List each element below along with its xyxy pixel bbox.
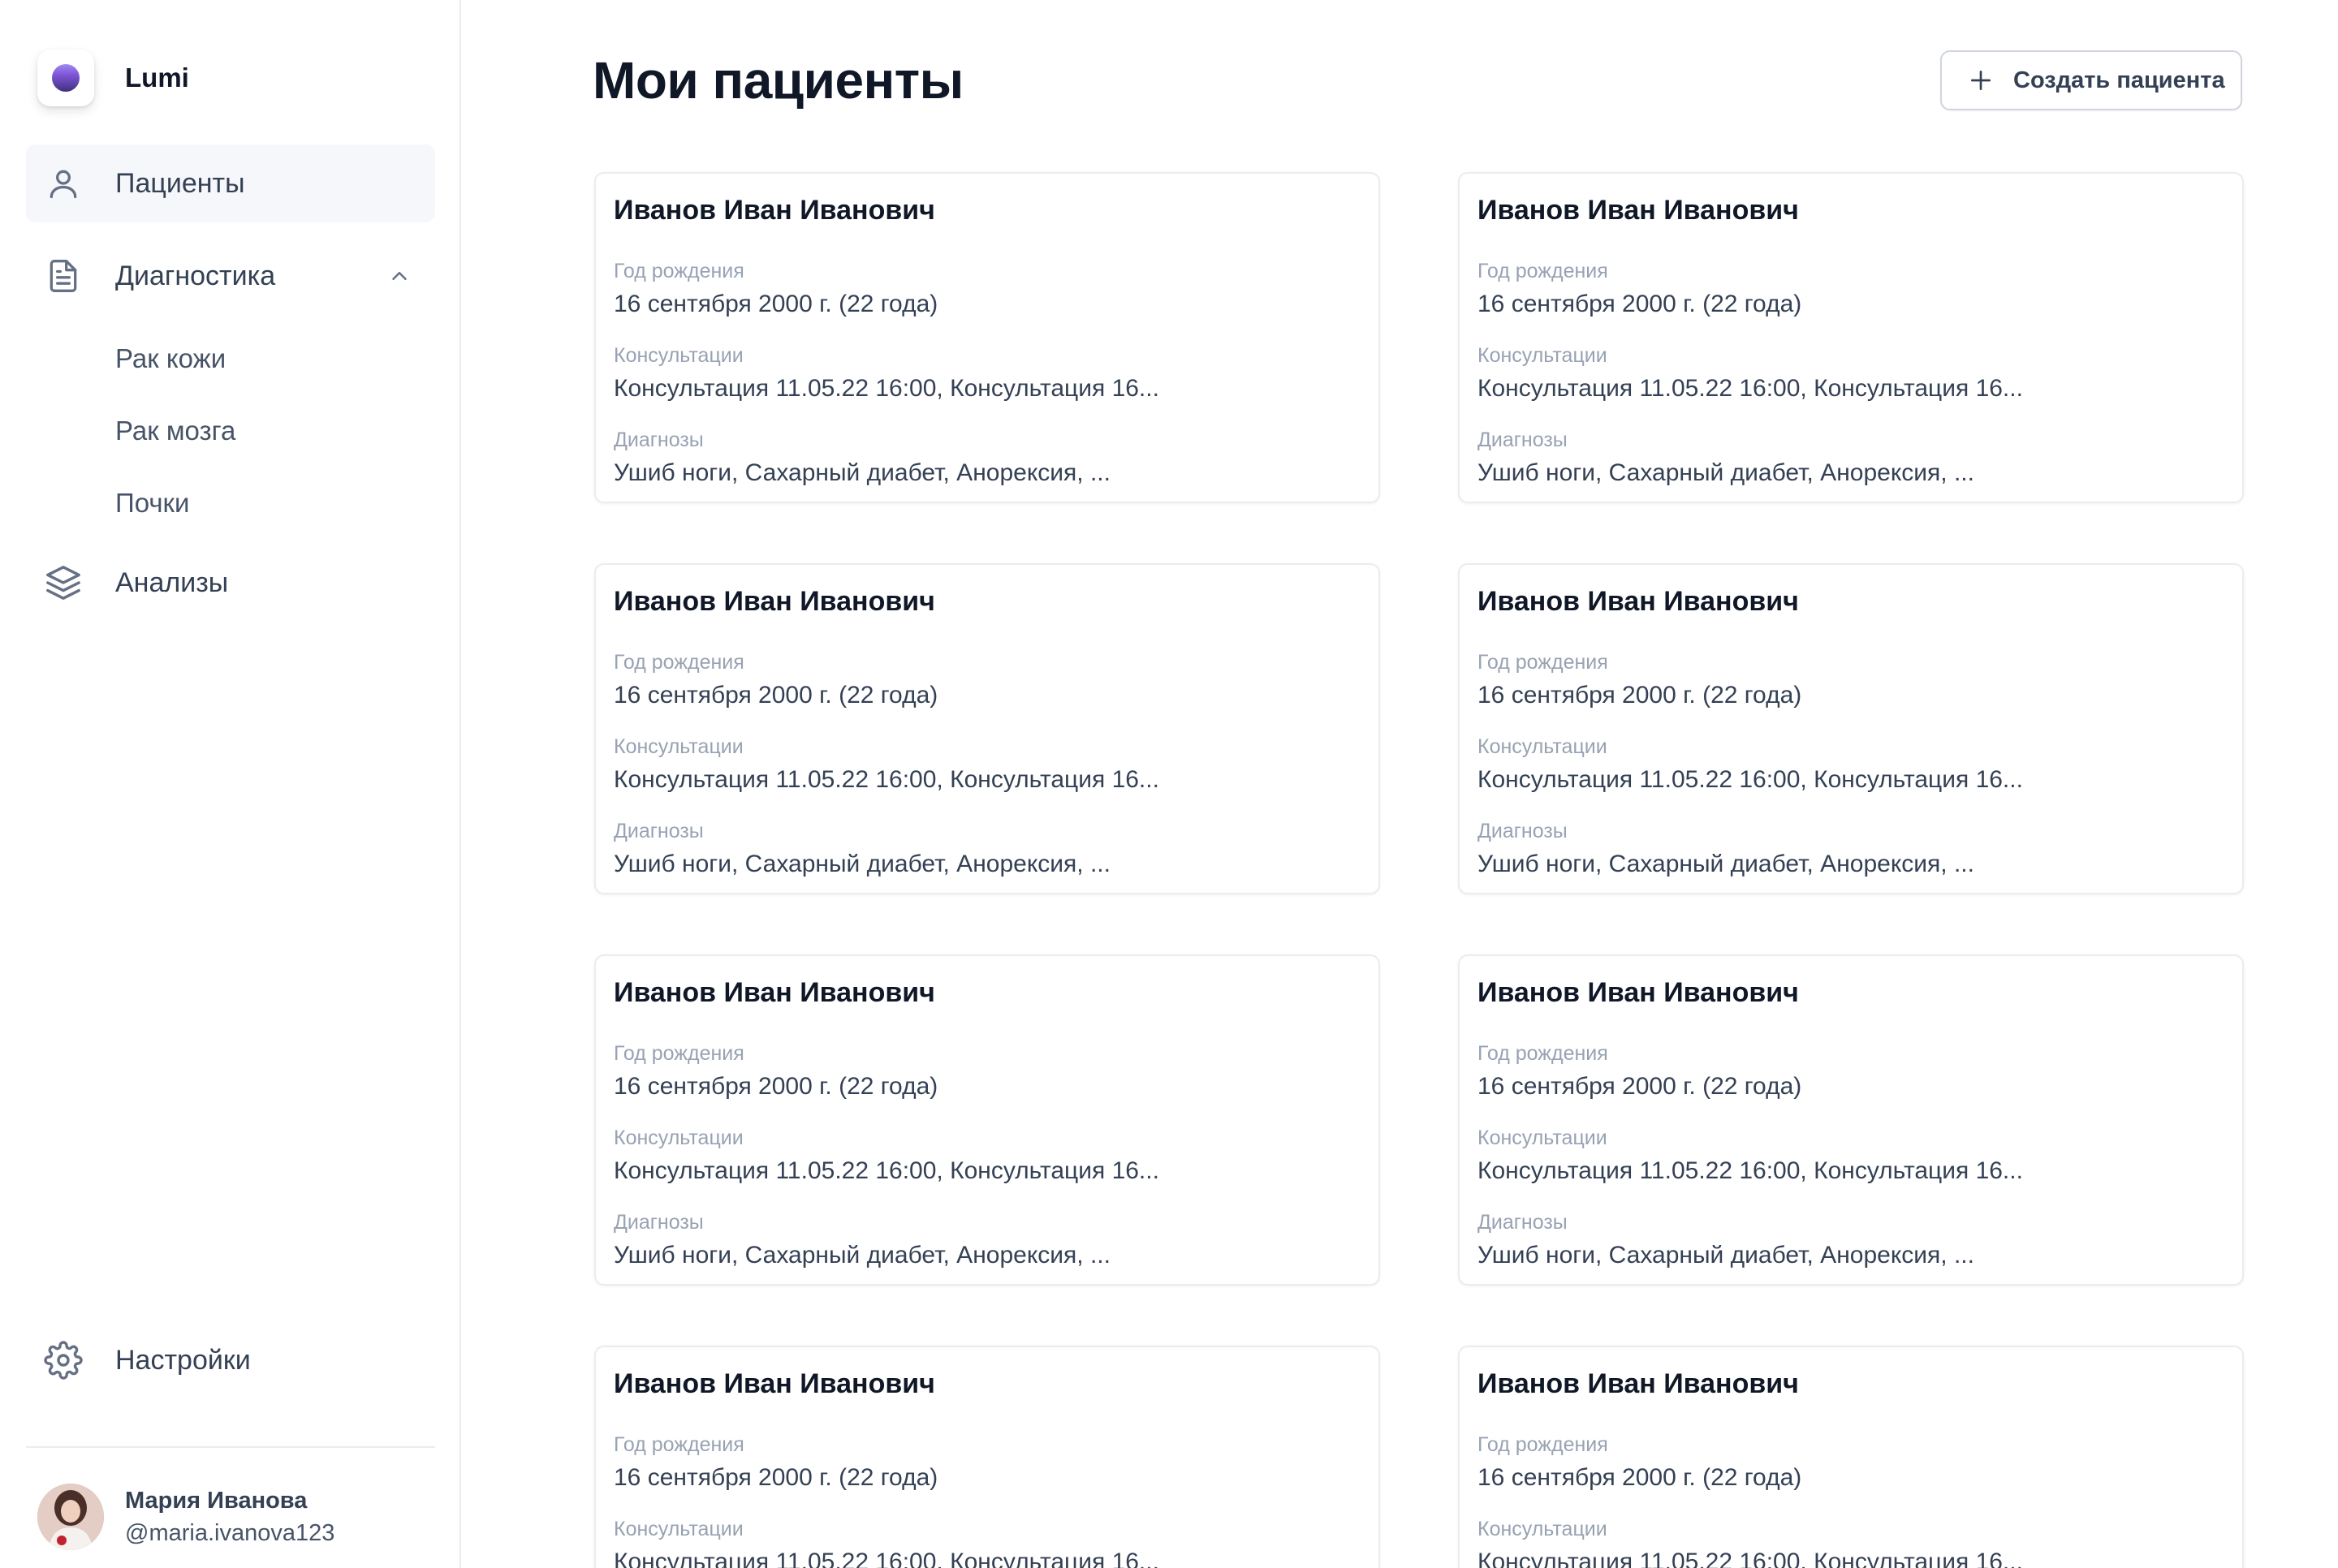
- consultations-label: Консультации: [614, 1126, 744, 1149]
- patient-card[interactable]: Иванов Иван Иванович Год рождения 16 сен…: [1458, 1346, 2244, 1568]
- sidebar-item-settings[interactable]: Настройки: [26, 1321, 435, 1399]
- birth-label: Год рождения: [1477, 1042, 1608, 1065]
- patient-card[interactable]: Иванов Иван Иванович Год рождения 16 сен…: [594, 563, 1380, 894]
- birth-value: 16 сентября 2000 г. (22 года): [614, 1073, 938, 1100]
- create-patient-button[interactable]: Создать пациента: [1940, 50, 2242, 110]
- consultations-value: Консультация 11.05.22 16:00, Консультаци…: [1477, 375, 2023, 402]
- sidebar-item-label: Анализы: [115, 566, 229, 598]
- birth-label: Год рождения: [1477, 651, 1608, 674]
- birth-value: 16 сентября 2000 г. (22 года): [1477, 1464, 1802, 1491]
- document-icon: [44, 256, 83, 295]
- birth-value: 16 сентября 2000 г. (22 года): [1477, 682, 1802, 709]
- birth-label: Год рождения: [614, 651, 744, 674]
- sidebar-item-label: Пациенты: [115, 167, 245, 199]
- diagnoses-value: Ушиб ноги, Сахарный диабет, Анорексия, .…: [614, 459, 1111, 486]
- user-profile[interactable]: Мария Иванова @maria.ivanova123: [37, 1484, 334, 1550]
- sidebar: Lumi Пациенты Диагностика Рак кожи Рак м…: [0, 0, 461, 1568]
- lumi-logo-icon: [37, 50, 94, 106]
- consultations-value: Консультация 11.05.22 16:00, Консультаци…: [1477, 1549, 2023, 1568]
- consultations-value: Консультация 11.05.22 16:00, Консультаци…: [614, 1157, 1159, 1184]
- sidebar-item-label: Настройки: [115, 1344, 251, 1376]
- consultations-label: Консультации: [1477, 1518, 1607, 1540]
- consultations-value: Консультация 11.05.22 16:00, Консультаци…: [614, 766, 1159, 793]
- diagnoses-value: Ушиб ноги, Сахарный диабет, Анорексия, .…: [1477, 1242, 1974, 1269]
- create-patient-label: Создать пациента: [2013, 67, 2225, 93]
- layers-icon: [44, 563, 83, 602]
- diagnoses-value: Ушиб ноги, Сахарный диабет, Анорексия, .…: [614, 1242, 1111, 1269]
- consultations-label: Консультации: [1477, 344, 1607, 367]
- sidebar-subitem-skin-cancer[interactable]: Рак кожи: [115, 336, 226, 381]
- sidebar-item-label: Диагностика: [115, 260, 276, 291]
- user-icon: [44, 164, 83, 203]
- consultations-label: Консультации: [614, 344, 744, 367]
- consultations-label: Консультации: [1477, 735, 1607, 758]
- birth-label: Год рождения: [1477, 1433, 1608, 1456]
- patient-card[interactable]: Иванов Иван Иванович Год рождения 16 сен…: [1458, 172, 2244, 503]
- plus-icon: [1966, 66, 1995, 95]
- diagnoses-label: Диагнозы: [1477, 820, 1568, 842]
- diagnoses-label: Диагнозы: [614, 429, 704, 451]
- patient-card[interactable]: Иванов Иван Иванович Год рождения 16 сен…: [1458, 954, 2244, 1286]
- patient-card[interactable]: Иванов Иван Иванович Год рождения 16 сен…: [594, 172, 1380, 503]
- sidebar-divider: [26, 1446, 435, 1448]
- patient-name: Иванов Иван Иванович: [614, 195, 935, 226]
- birth-value: 16 сентября 2000 г. (22 года): [614, 291, 938, 317]
- consultations-value: Консультация 11.05.22 16:00, Консультаци…: [614, 375, 1159, 402]
- sidebar-subitem-kidneys[interactable]: Почки: [115, 480, 189, 526]
- birth-label: Год рождения: [614, 1042, 744, 1065]
- consultations-value: Консультация 11.05.22 16:00, Консультаци…: [1477, 1157, 2023, 1184]
- consultations-label: Консультации: [1477, 1126, 1607, 1149]
- birth-value: 16 сентября 2000 г. (22 года): [1477, 291, 1802, 317]
- consultations-label: Консультации: [614, 1518, 744, 1540]
- diagnoses-value: Ушиб ноги, Сахарный диабет, Анорексия, .…: [1477, 459, 1974, 486]
- consultations-value: Консультация 11.05.22 16:00, Консультаци…: [1477, 766, 2023, 793]
- birth-label: Год рождения: [614, 1433, 744, 1456]
- birth-label: Год рождения: [1477, 260, 1608, 282]
- patient-name: Иванов Иван Иванович: [614, 977, 935, 1008]
- diagnoses-label: Диагнозы: [614, 820, 704, 842]
- birth-value: 16 сентября 2000 г. (22 года): [1477, 1073, 1802, 1100]
- patient-card[interactable]: Иванов Иван Иванович Год рождения 16 сен…: [594, 954, 1380, 1286]
- user-handle: @maria.ivanova123: [125, 1520, 335, 1546]
- page-title: Мои пациенты: [593, 51, 964, 110]
- patient-name: Иванов Иван Иванович: [1477, 195, 1799, 226]
- sidebar-item-diagnostics[interactable]: Диагностика: [26, 237, 435, 315]
- birth-value: 16 сентября 2000 г. (22 года): [614, 682, 938, 709]
- consultations-value: Консультация 11.05.22 16:00, Консультаци…: [614, 1549, 1159, 1568]
- patient-name: Иванов Иван Иванович: [614, 1368, 935, 1399]
- patient-card[interactable]: Иванов Иван Иванович Год рождения 16 сен…: [594, 1346, 1380, 1568]
- sidebar-item-patients[interactable]: Пациенты: [26, 144, 435, 222]
- birth-value: 16 сентября 2000 г. (22 года): [614, 1464, 938, 1491]
- brand[interactable]: Lumi: [37, 49, 189, 107]
- sidebar-subitem-brain-cancer[interactable]: Рак мозга: [115, 408, 235, 454]
- diagnoses-label: Диагнозы: [614, 1211, 704, 1234]
- diagnoses-label: Диагнозы: [1477, 429, 1568, 451]
- avatar: [37, 1484, 104, 1550]
- patient-name: Иванов Иван Иванович: [1477, 586, 1799, 617]
- patient-name: Иванов Иван Иванович: [1477, 1368, 1799, 1399]
- user-name: Мария Иванова: [125, 1488, 308, 1514]
- gear-icon: [44, 1341, 83, 1380]
- consultations-label: Консультации: [614, 735, 744, 758]
- chevron-up-icon[interactable]: [385, 261, 414, 291]
- diagnoses-value: Ушиб ноги, Сахарный диабет, Анорексия, .…: [614, 851, 1111, 877]
- app-window: Lumi Пациенты Диагностика Рак кожи Рак м…: [0, 0, 2338, 1568]
- patient-name: Иванов Иван Иванович: [1477, 977, 1799, 1008]
- sidebar-item-analyses[interactable]: Анализы: [26, 544, 435, 622]
- diagnoses-label: Диагнозы: [1477, 1211, 1568, 1234]
- patient-name: Иванов Иван Иванович: [614, 586, 935, 617]
- birth-label: Год рождения: [614, 260, 744, 282]
- diagnoses-value: Ушиб ноги, Сахарный диабет, Анорексия, .…: [1477, 851, 1974, 877]
- app-name: Lumi: [125, 62, 189, 93]
- patient-card[interactable]: Иванов Иван Иванович Год рождения 16 сен…: [1458, 563, 2244, 894]
